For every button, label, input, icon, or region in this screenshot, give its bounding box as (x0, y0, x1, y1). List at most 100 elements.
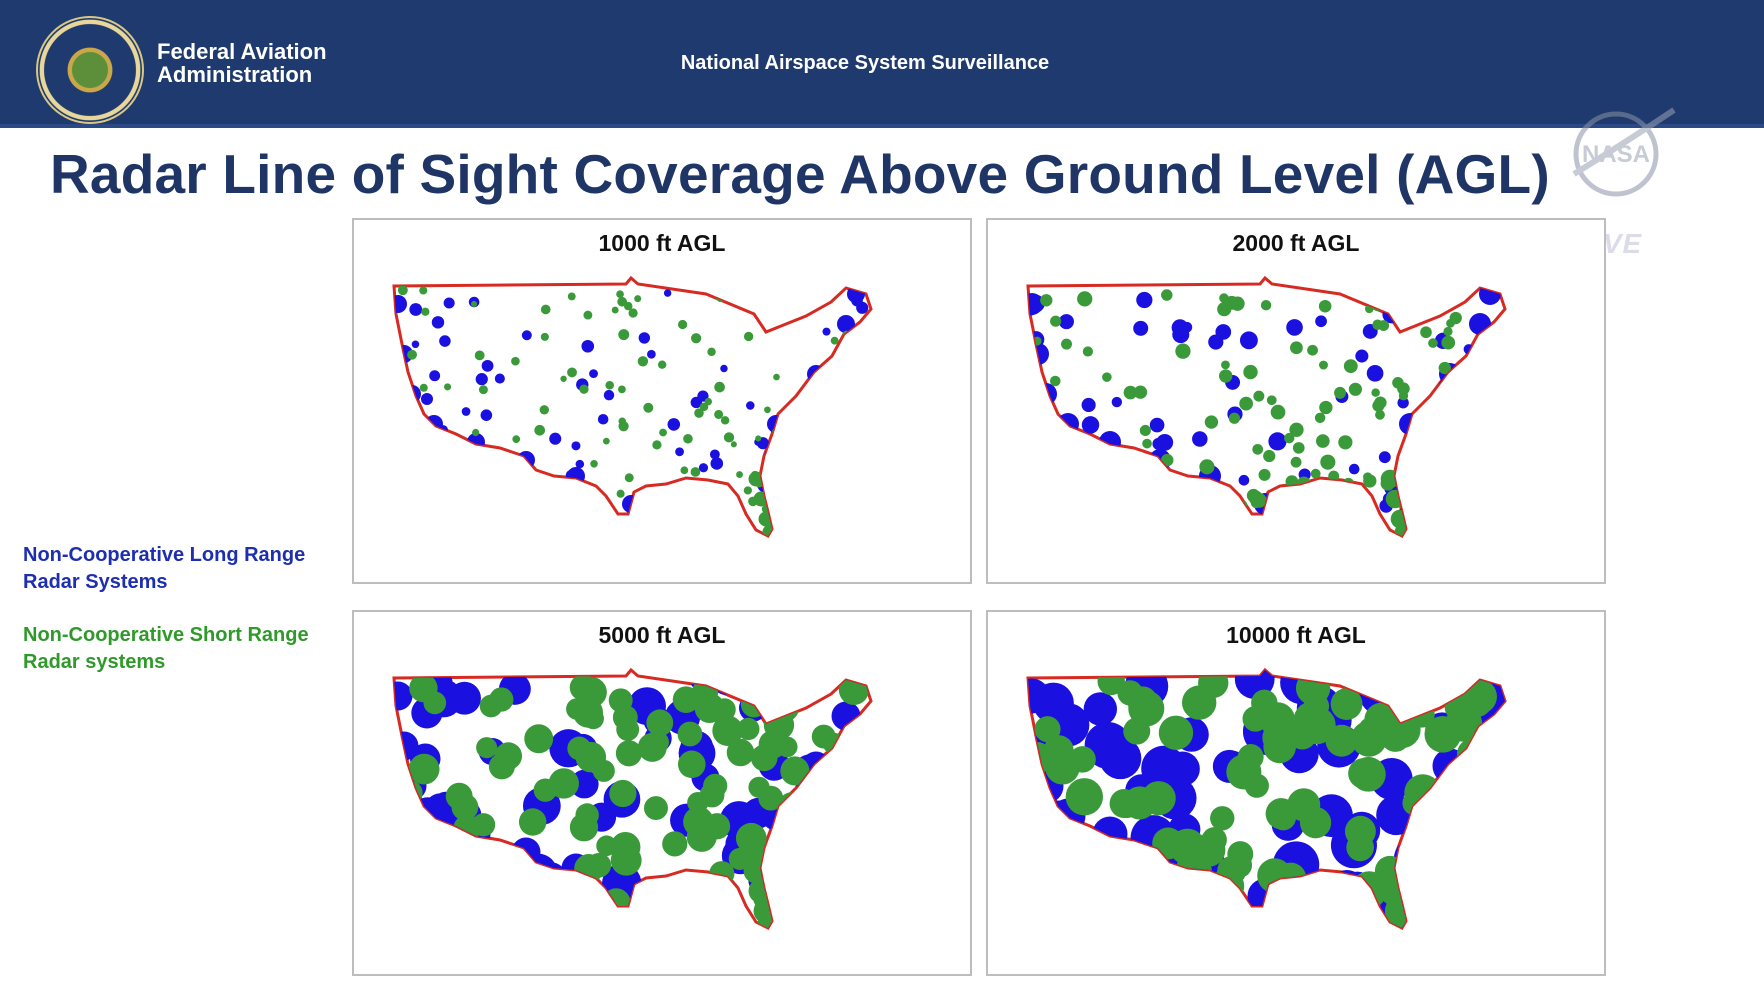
long-range-radar-coverage (1163, 479, 1181, 498)
short-range-radar-coverage (489, 687, 514, 712)
short-range-radar-coverage (1260, 702, 1296, 737)
header-bar: Federal Aviation Administration National… (0, 0, 1764, 128)
short-range-radar-coverage (646, 709, 674, 737)
short-range-radar-coverage (457, 444, 468, 455)
short-range-radar-coverage (1445, 771, 1474, 801)
short-range-radar-coverage (475, 885, 503, 912)
short-range-radar-coverage (1187, 883, 1213, 909)
short-range-radar-coverage (1244, 773, 1269, 798)
long-range-radar-coverage (1352, 281, 1364, 292)
short-range-radar-coverage (830, 336, 839, 345)
short-range-radar-coverage (1344, 815, 1376, 847)
short-range-radar-coverage (791, 848, 818, 875)
long-range-radar-coverage (1099, 431, 1121, 453)
short-range-radar-coverage (567, 292, 576, 301)
short-range-radar-coverage (618, 329, 630, 341)
long-range-radar-coverage (1089, 517, 1101, 529)
short-range-radar-coverage (810, 462, 819, 472)
long-range-radar-coverage (819, 488, 832, 501)
short-range-radar-coverage (534, 424, 546, 436)
short-range-radar-coverage (397, 285, 408, 296)
short-range-radar-coverage (1456, 737, 1491, 772)
short-range-radar-coverage (611, 306, 619, 314)
long-range-radar-coverage (1429, 833, 1467, 871)
long-range-radar-coverage (461, 407, 471, 416)
panel-title: 5000 ft AGL (598, 622, 726, 648)
long-range-radar-coverage (1127, 524, 1138, 536)
long-range-radar-coverage (444, 832, 483, 871)
long-range-radar-coverage (1081, 397, 1096, 413)
long-range-radar-coverage (394, 295, 407, 313)
short-range-radar-coverage (601, 888, 631, 917)
short-range-radar-coverage (1296, 887, 1327, 918)
long-range-radar-coverage (429, 370, 441, 382)
short-range-radar-coverage (1461, 842, 1487, 868)
short-range-radar-coverage (1061, 338, 1072, 350)
short-range-radar-coverage (539, 405, 550, 415)
short-range-radar-coverage (826, 498, 833, 506)
page-title: Radar Line of Sight Coverage Above Groun… (50, 143, 1550, 205)
long-range-radar-coverage (1117, 458, 1131, 472)
short-range-radar-coverage (1425, 406, 1435, 416)
short-range-radar-coverage (1076, 848, 1112, 884)
short-range-radar-coverage (609, 779, 637, 808)
long-range-radar-coverage (480, 409, 493, 421)
short-range-radar-coverage (1293, 701, 1330, 738)
short-range-radar-coverage (1292, 442, 1305, 454)
long-range-radar-coverage (443, 297, 455, 309)
short-range-radar-coverage (1034, 716, 1061, 743)
long-range-radar-coverage (1047, 499, 1064, 515)
short-range-radar-coverage (773, 373, 780, 381)
short-range-radar-coverage (772, 676, 804, 708)
short-range-radar-coverage (1295, 670, 1331, 706)
short-range-radar-coverage (643, 796, 668, 821)
legend-short-range-line1: Non-Cooperative Short Range (23, 624, 309, 646)
long-range-radar-coverage (638, 332, 651, 344)
coverage-map (392, 275, 873, 538)
short-range-radar-coverage (1367, 705, 1402, 739)
long-range-radar-coverage (635, 887, 671, 923)
long-range-radar-coverage (536, 521, 547, 532)
short-range-radar-coverage (1318, 299, 1332, 313)
long-range-radar-coverage (1438, 377, 1456, 396)
long-range-radar-coverage (710, 457, 724, 470)
short-range-radar-coverage (1097, 670, 1125, 696)
short-range-radar-coverage (1270, 404, 1286, 420)
panel-title: 2000 ft AGL (1232, 230, 1360, 256)
short-range-radar-coverage (1345, 486, 1359, 499)
short-range-radar-coverage (782, 679, 813, 709)
short-range-radar-coverage (730, 441, 737, 448)
long-range-radar-coverage (603, 389, 615, 401)
long-range-radar-coverage (1144, 871, 1186, 914)
long-range-radar-coverage (666, 905, 695, 928)
short-range-radar-coverage (799, 505, 807, 513)
short-range-radar-coverage (1465, 759, 1503, 796)
short-range-radar-coverage (780, 756, 810, 786)
short-range-radar-coverage (1409, 424, 1424, 440)
short-range-radar-coverage (1278, 881, 1311, 914)
short-range-radar-coverage (602, 437, 610, 445)
long-range-radar-coverage (827, 460, 837, 470)
long-range-radar-coverage (822, 327, 831, 336)
long-range-radar-coverage (1111, 396, 1123, 408)
legend-long-range-line2: Radar Systems (23, 571, 168, 593)
short-range-radar-coverage (422, 829, 446, 853)
long-range-radar-coverage (1239, 331, 1258, 350)
short-range-radar-coverage (1404, 774, 1442, 812)
long-range-radar-coverage (1466, 907, 1499, 928)
short-range-radar-coverage (1133, 385, 1148, 399)
short-range-radar-coverage (675, 510, 685, 520)
long-range-radar-coverage (425, 843, 461, 879)
short-range-radar-coverage (683, 433, 693, 444)
short-range-radar-coverage (700, 506, 711, 516)
long-range-radar-coverage (697, 505, 706, 515)
short-range-radar-coverage (1420, 326, 1432, 339)
long-range-radar-coverage (1238, 474, 1250, 486)
short-range-radar-coverage (808, 408, 819, 419)
long-range-radar-coverage (494, 373, 505, 384)
long-range-radar-coverage (791, 431, 802, 442)
short-range-radar-coverage (1094, 866, 1129, 901)
long-range-radar-coverage (561, 905, 596, 928)
short-range-radar-coverage (1442, 489, 1452, 500)
short-range-radar-coverage (445, 782, 473, 810)
